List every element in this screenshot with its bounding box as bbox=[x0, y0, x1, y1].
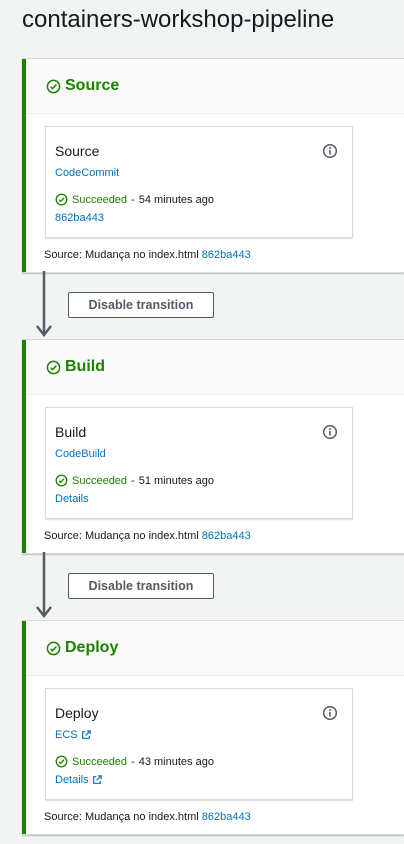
revision-summary: Source: Mudança no index.html bbox=[44, 530, 199, 542]
details-label: Details bbox=[55, 493, 89, 505]
success-check-icon bbox=[46, 641, 61, 655]
stage-deploy-revision: Source: Mudança no index.html 862ba443 bbox=[44, 811, 251, 823]
disable-transition-button[interactable]: Disable transition bbox=[68, 292, 214, 318]
stage-title: Deploy bbox=[46, 639, 118, 657]
stage-deploy: Deploy Deploy ECS Succeeded - 43 minutes… bbox=[22, 620, 404, 835]
info-icon[interactable] bbox=[322, 705, 338, 721]
action-status: Succeeded - 54 minutes ago bbox=[55, 193, 214, 206]
action-name: Build bbox=[55, 424, 87, 440]
details-link[interactable]: Details bbox=[55, 493, 89, 505]
revision-link[interactable]: 862ba443 bbox=[202, 530, 251, 542]
action-card-source: Source CodeCommit Succeeded - 54 minutes… bbox=[45, 126, 353, 238]
action-status: Succeeded - 51 minutes ago bbox=[55, 474, 214, 487]
stage-title: Build bbox=[46, 358, 105, 376]
action-provider-link[interactable]: CodeCommit bbox=[55, 167, 119, 179]
action-card-deploy: Deploy ECS Succeeded - 43 minutes ago De… bbox=[45, 688, 353, 800]
provider-label: CodeCommit bbox=[55, 167, 120, 179]
details-label: Details bbox=[55, 774, 89, 786]
disable-transition-button[interactable]: Disable transition bbox=[68, 573, 214, 599]
stage-header: Source bbox=[26, 59, 404, 114]
action-card-build: Build CodeBuild Succeeded - 51 minutes a… bbox=[45, 407, 353, 519]
status-time: 54 minutes ago bbox=[138, 193, 214, 206]
revision-link[interactable]: 862ba443 bbox=[202, 249, 251, 261]
success-check-icon bbox=[55, 755, 68, 768]
status-time: 51 minutes ago bbox=[138, 474, 214, 487]
info-icon[interactable] bbox=[322, 143, 338, 159]
status-text: Succeeded bbox=[72, 474, 128, 487]
stage-source-revision: Source: Mudança no index.html 862ba443 bbox=[44, 249, 251, 261]
stage-name: Source bbox=[65, 77, 120, 94]
action-name: Deploy bbox=[55, 705, 99, 721]
stage-build-revision: Source: Mudança no index.html 862ba443 bbox=[44, 530, 251, 542]
commit-id-label: 862ba443 bbox=[55, 212, 104, 224]
stage-build: Build Build CodeBuild Succeeded - 51 min… bbox=[22, 339, 404, 554]
status-text: Succeeded bbox=[72, 193, 128, 206]
stage-name: Build bbox=[65, 358, 105, 375]
pipeline-title: containers-workshop-pipeline bbox=[22, 6, 335, 33]
status-separator: - bbox=[131, 755, 135, 768]
revision-summary: Source: Mudança no index.html bbox=[44, 811, 199, 823]
revision-summary: Source: Mudança no index.html bbox=[44, 249, 199, 261]
revision-link[interactable]: 862ba443 bbox=[202, 811, 251, 823]
action-name: Source bbox=[55, 143, 100, 159]
success-check-icon bbox=[55, 474, 68, 487]
external-link-icon bbox=[81, 730, 91, 739]
status-time: 43 minutes ago bbox=[138, 755, 214, 768]
external-link-icon bbox=[92, 775, 102, 784]
transition-arrow-icon bbox=[36, 271, 52, 338]
commit-id-link[interactable]: 862ba443 bbox=[55, 212, 104, 224]
transition-arrow-icon bbox=[36, 552, 52, 619]
success-check-icon bbox=[46, 360, 61, 374]
status-separator: - bbox=[131, 193, 135, 206]
action-provider-link[interactable]: ECS bbox=[55, 729, 91, 741]
success-check-icon bbox=[46, 79, 61, 93]
stage-title: Source bbox=[46, 77, 119, 95]
action-status: Succeeded - 43 minutes ago bbox=[55, 755, 214, 768]
status-text: Succeeded bbox=[72, 755, 128, 768]
success-check-icon bbox=[55, 193, 68, 206]
stage-source: Source Source CodeCommit Succeeded - 54 … bbox=[22, 58, 404, 273]
info-icon[interactable] bbox=[322, 424, 338, 440]
stage-header: Deploy bbox=[26, 621, 404, 676]
status-separator: - bbox=[131, 474, 135, 487]
stage-header: Build bbox=[26, 340, 404, 395]
stage-name: Deploy bbox=[65, 639, 119, 656]
provider-label: CodeBuild bbox=[55, 448, 106, 460]
action-provider-link[interactable]: CodeBuild bbox=[55, 448, 106, 460]
details-link[interactable]: Details bbox=[55, 774, 102, 786]
provider-label: ECS bbox=[55, 729, 78, 741]
